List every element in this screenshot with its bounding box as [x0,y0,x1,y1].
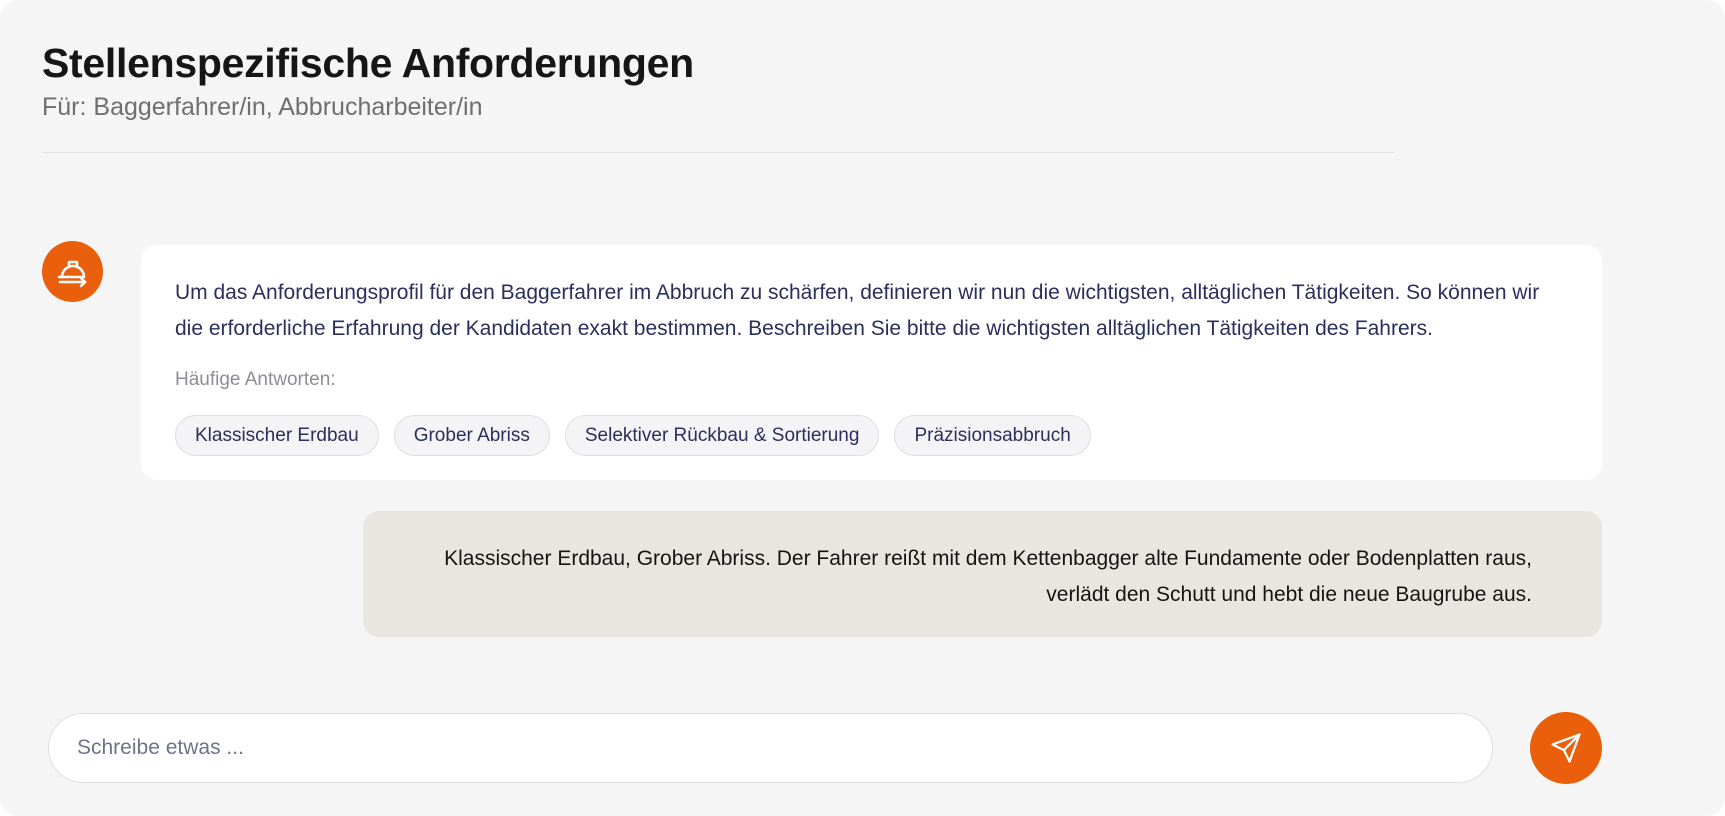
suggestion-chip-praezisionsabbruch[interactable]: Präzisionsabbruch [894,415,1091,456]
send-button[interactable] [1530,712,1602,784]
suggestion-chips: Klassischer Erdbau Grober Abriss Selekti… [175,415,1568,456]
message-composer [48,713,1493,783]
suggestion-chip-klassischer-erdbau[interactable]: Klassischer Erdbau [175,415,379,456]
suggestions-label: Häufige Antworten: [175,369,336,390]
send-icon [1551,733,1581,763]
bot-message-text: Um das Anforderungsprofil für den Bagger… [175,281,1540,340]
user-message-bubble: Klassischer Erdbau, Grober Abriss. Der F… [363,511,1602,637]
page-header: Stellenspezifische Anforderungen Für: Ba… [42,38,1394,124]
suggestion-chip-selektiver-rueckbau[interactable]: Selektiver Rückbau & Sortierung [564,415,880,456]
suggestion-chip-grober-abriss[interactable]: Grober Abriss [393,415,550,456]
hard-hat-icon [57,260,86,287]
header-divider [42,152,1394,153]
bot-message-bubble: Um das Anforderungsprofil für den Bagger… [141,245,1602,480]
page-title: Stellenspezifische Anforderungen [42,40,694,86]
user-message-text: Klassischer Erdbau, Grober Abriss. Der F… [444,547,1532,606]
page-subtitle: Für: Baggerfahrer/in, Abbrucharbeiter/in [42,93,483,121]
chat-window: Stellenspezifische Anforderungen Für: Ba… [0,0,1725,816]
message-input[interactable] [77,736,1464,760]
bot-avatar [42,241,103,302]
